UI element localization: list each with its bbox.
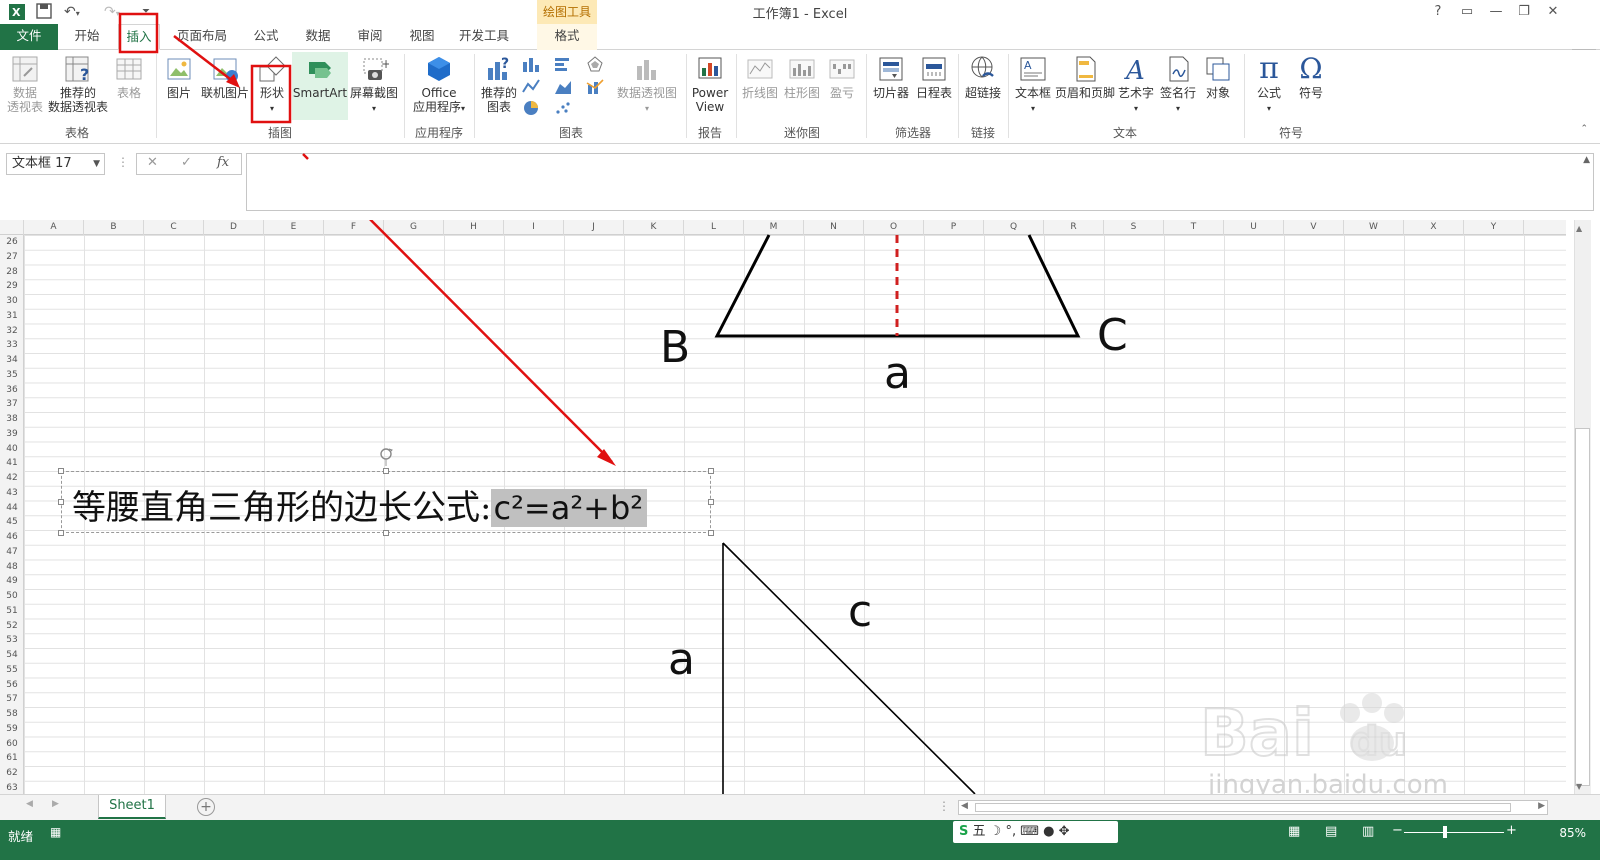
resize-handle[interactable] [708, 499, 714, 505]
vertical-scrollbar[interactable]: ▲ ▼ [1566, 220, 1600, 794]
textbox-prefix: 等腰直角三角形的边长公式: [72, 488, 492, 528]
rotate-handle-icon[interactable] [376, 446, 396, 466]
selected-textbox[interactable]: 等腰直角三角形的边长公式:c²=a²+b² [58, 468, 714, 536]
trapezoid-label-a: a [884, 348, 911, 399]
resize-handle[interactable] [708, 530, 714, 536]
horizontal-scroll-thumb[interactable] [975, 803, 1511, 812]
status-bar: 就绪 ▦ S 五 ☽ °, ⌨ ● ✥ ▦ ▤ ▥ − + 85% [0, 820, 1600, 860]
right-triangle-shape[interactable] [722, 542, 976, 794]
horizontal-scrollbar[interactable]: ◀ ▶ [958, 800, 1548, 815]
trapezoid-label-c: C [1097, 310, 1128, 361]
scroll-right-icon[interactable]: ▶ [1538, 801, 1545, 811]
keyboard-icon[interactable]: ⌨ [1020, 824, 1039, 839]
macro-record-icon[interactable]: ▦ [50, 825, 61, 839]
ime-toolbar[interactable]: S 五 ☽ °, ⌨ ● ✥ [953, 821, 1118, 843]
user-icon[interactable]: ● [1043, 824, 1054, 839]
page-layout-view-icon[interactable]: ▤ [1325, 824, 1337, 839]
sheet-tab-sheet1[interactable]: Sheet1 [98, 795, 166, 819]
ime-mode[interactable]: 五 [973, 824, 986, 839]
scroll-down-icon[interactable]: ▼ [1576, 782, 1582, 791]
resize-handle[interactable] [58, 499, 64, 505]
moon-icon[interactable]: ☽ [990, 824, 1002, 839]
vertical-scroll-thumb[interactable] [1575, 428, 1590, 786]
next-sheet-icon[interactable]: ▶ [52, 799, 59, 809]
zoom-slider[interactable] [1404, 832, 1504, 833]
trapezoid-label-b: B [660, 322, 691, 373]
red-annotation-arrow-top [173, 35, 235, 83]
red-annotation-arrow [369, 220, 613, 463]
triangle-label-c: c [848, 586, 873, 637]
resize-handle[interactable] [58, 468, 64, 474]
scroll-left-icon[interactable]: ◀ [961, 801, 968, 811]
zoom-slider-knob[interactable] [1443, 826, 1447, 838]
selected-formula-text[interactable]: c²=a²+b² [491, 489, 648, 527]
tab-splitter-icon[interactable]: ⋮ [938, 799, 950, 813]
resize-handle[interactable] [708, 468, 714, 474]
resize-handle[interactable] [383, 468, 389, 474]
red-annotation-arrow-start [302, 153, 309, 160]
punctuation-icon[interactable]: °, [1005, 824, 1016, 839]
sheet-tab-bar: ◀ ▶ Sheet1 + ⋮ ◀ ▶ [0, 794, 1600, 820]
zoom-level[interactable]: 85% [1559, 826, 1586, 840]
page-break-view-icon[interactable]: ▥ [1362, 824, 1374, 839]
status-ready: 就绪 [8, 829, 34, 844]
scroll-up-icon[interactable]: ▲ [1576, 224, 1582, 233]
prev-sheet-icon[interactable]: ◀ [26, 799, 33, 809]
svg-text:du: du [1350, 719, 1407, 765]
zoom-in-icon[interactable]: + [1506, 823, 1517, 838]
resize-handle[interactable] [383, 530, 389, 536]
add-sheet-icon[interactable]: + [197, 798, 215, 816]
zoom-out-icon[interactable]: − [1392, 823, 1403, 838]
svg-text:Bai: Bai [1200, 697, 1314, 771]
annotation-layer [118, 12, 309, 160]
textbox-content[interactable]: 等腰直角三角形的边长公式:c²=a²+b² [72, 480, 648, 529]
resize-handle[interactable] [58, 530, 64, 536]
grid-icon[interactable]: ✥ [1059, 824, 1070, 839]
triangle-label-a: a [668, 634, 695, 685]
insert-tab-highlight [118, 12, 159, 54]
shapes-button-highlight [250, 64, 292, 124]
sogou-logo-icon: S [959, 824, 969, 839]
normal-view-icon[interactable]: ▦ [1288, 824, 1300, 839]
